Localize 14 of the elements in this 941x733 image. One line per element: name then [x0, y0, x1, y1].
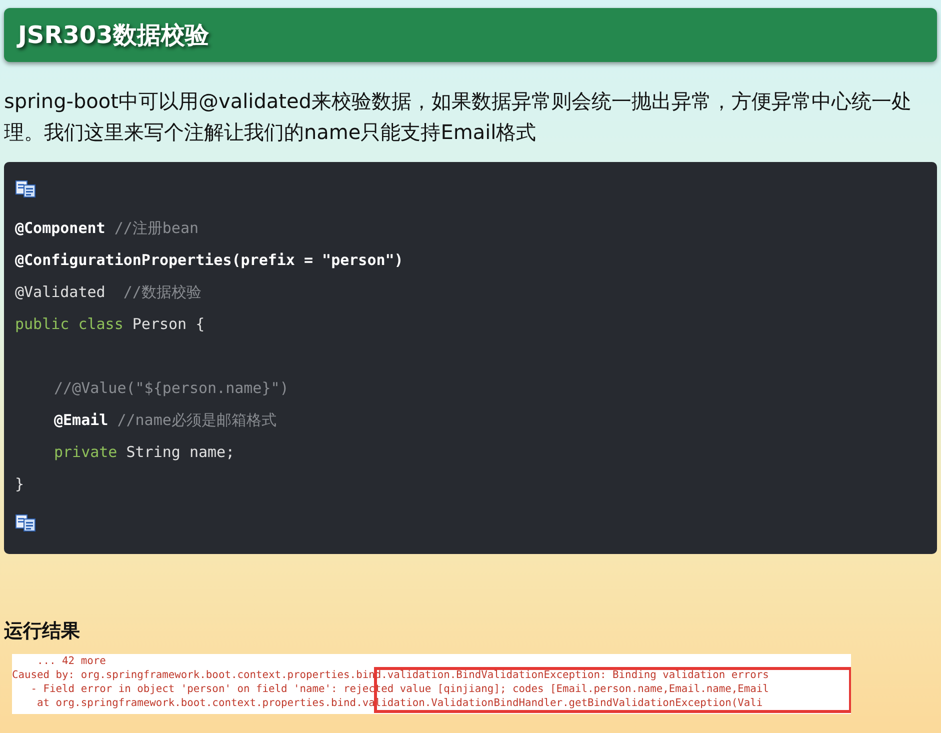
intro-paragraph: spring-boot中可以用@validated来校验数据，如果数据异常则会统一抛出异常，方便异常中心统一处理。我们这里来写个注解让我们的name只能支持Email格式	[4, 88, 912, 146]
code-line: @Component //注册bean	[15, 218, 200, 239]
code-line: }	[15, 474, 26, 495]
code-line: @Email //name必须是邮箱格式	[53, 410, 278, 431]
code-line: public class Person {	[15, 314, 206, 335]
title-banner: JSR303数据校验	[4, 8, 937, 62]
code-line: //@Value("${person.name}")	[53, 378, 290, 399]
section-heading: 运行结果	[4, 619, 81, 644]
code-line: @Validated //数据校验	[15, 282, 202, 303]
copy-icon[interactable]	[15, 514, 37, 532]
code-line: @ConfigurationProperties(prefix = "person")	[15, 250, 404, 271]
console-line: ... 42 more	[36, 654, 107, 668]
code-line: private String name;	[53, 442, 236, 463]
copy-icon[interactable]	[15, 180, 37, 198]
